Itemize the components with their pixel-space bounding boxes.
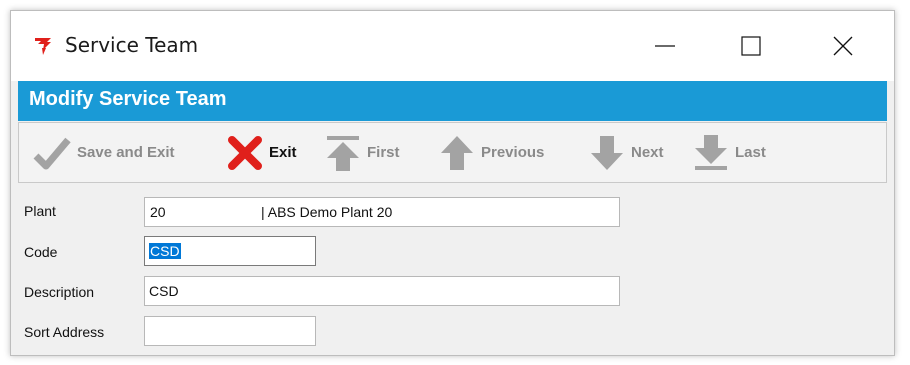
arrow-down-icon: [591, 135, 623, 170]
exit-button[interactable]: Exit: [227, 123, 297, 182]
first-button[interactable]: First: [325, 123, 400, 182]
next-label: Next: [631, 144, 664, 161]
first-label: First: [367, 144, 400, 161]
maximize-button[interactable]: [728, 26, 774, 66]
previous-label: Previous: [481, 144, 545, 161]
description-field-value: CSD: [149, 283, 179, 299]
minimize-button[interactable]: [642, 26, 688, 66]
code-label: Code: [24, 244, 58, 260]
previous-button[interactable]: Previous: [439, 123, 544, 182]
sort-address-field[interactable]: [144, 316, 316, 346]
close-icon: [833, 36, 853, 56]
code-field[interactable]: CSD: [144, 236, 316, 266]
dialog-window: Service Team Modify Service Team Save an…: [10, 10, 895, 356]
code-field-selected-text: CSD: [149, 243, 181, 259]
arrow-up-icon: [441, 135, 473, 170]
window-title: Service Team: [65, 33, 199, 57]
description-row: Description CSD: [18, 276, 887, 308]
save-and-exit-label: Save and Exit: [77, 144, 175, 161]
code-row: Code CSD: [18, 236, 887, 268]
exit-label: Exit: [269, 144, 297, 161]
maximize-icon: [741, 36, 761, 56]
last-button[interactable]: Last: [693, 123, 766, 182]
minimize-icon: [655, 45, 675, 47]
red-x-icon: [228, 135, 262, 170]
save-and-exit-button[interactable]: Save and Exit: [33, 123, 175, 182]
plant-field[interactable]: 20 | ABS Demo Plant 20: [144, 197, 620, 227]
last-label: Last: [735, 144, 766, 161]
checkmark-icon: [33, 137, 71, 169]
close-button[interactable]: [820, 26, 866, 66]
title-bar[interactable]: Service Team: [11, 11, 894, 81]
page-title: Modify Service Team: [29, 88, 227, 110]
plant-row: Plant 20 | ABS Demo Plant 20: [18, 197, 887, 229]
plant-description-value: | ABS Demo Plant 20: [261, 204, 393, 220]
next-button[interactable]: Next: [589, 123, 664, 182]
sort-address-label: Sort Address: [24, 324, 105, 340]
toolbar: Save and Exit Exit First Previous Next L…: [18, 122, 887, 183]
plant-code-value: 20: [150, 204, 166, 220]
red-app-logo-icon: [35, 38, 51, 55]
arrow-down-to-bottom-icon: [695, 134, 727, 170]
sort-address-row: Sort Address: [18, 316, 887, 348]
description-field[interactable]: CSD: [144, 276, 620, 306]
arrow-up-to-top-icon: [327, 135, 359, 171]
plant-label: Plant: [24, 203, 56, 219]
description-label: Description: [24, 284, 95, 300]
page-header: Modify Service Team: [18, 81, 887, 121]
